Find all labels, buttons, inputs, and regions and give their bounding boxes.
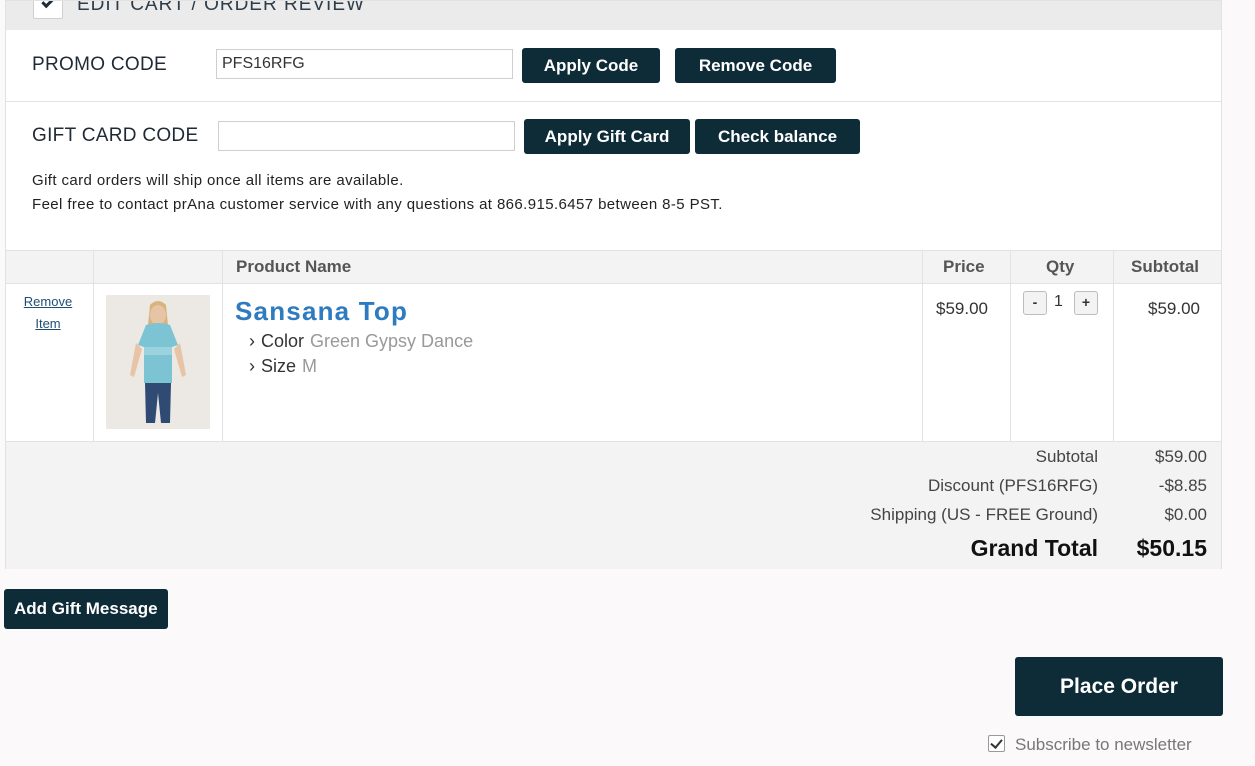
header-subtotal: Subtotal [1131, 257, 1199, 276]
section-title: EDIT CART / ORDER REVIEW [77, 1, 365, 15]
item-subtotal: $59.00 [1148, 299, 1200, 318]
newsletter-label: Subscribe to newsletter [1015, 735, 1192, 754]
totals-subtotal-value: $59.00 [1155, 447, 1207, 466]
header-price: Price [943, 257, 985, 276]
chevron-right-icon: › [249, 356, 255, 376]
discount-label: Discount (PFS16RFG) [927, 476, 1098, 495]
product-color-attr: › Color Green Gypsy Dance [249, 331, 473, 352]
apply-gift-card-button[interactable]: Apply Gift Card [524, 119, 690, 154]
product-name-link[interactable]: Sansana Top [235, 296, 408, 327]
item-price: $59.00 [936, 299, 988, 318]
header-qty: Qty [1046, 257, 1075, 276]
product-thumbnail[interactable] [106, 295, 210, 429]
add-gift-message-button[interactable]: Add Gift Message [4, 589, 168, 629]
check-balance-button[interactable]: Check balance [695, 119, 860, 154]
apply-code-button[interactable]: Apply Code [522, 48, 660, 83]
newsletter-subscribe[interactable]: Subscribe to newsletter [988, 735, 1192, 755]
section-checkbox[interactable] [33, 1, 63, 19]
column-divider [922, 250, 923, 441]
divider [6, 101, 1221, 102]
gift-card-input[interactable] [218, 121, 515, 151]
place-order-button[interactable]: Place Order [1015, 657, 1223, 716]
grand-total-label: Grand Total [970, 535, 1098, 561]
remove-item-link[interactable]: Remove Item [18, 291, 78, 335]
cart-panel: EDIT CART / ORDER REVIEW PROMO CODE Appl… [5, 0, 1222, 569]
gift-card-note: Gift card orders will ship once all item… [32, 172, 404, 189]
promo-code-label: PROMO CODE [32, 54, 167, 75]
remove-item-line1: Remove [23, 294, 73, 309]
qty-increment-button[interactable]: + [1074, 291, 1098, 315]
column-divider [93, 250, 94, 441]
product-size-attr: › Size M [249, 356, 317, 377]
checkmark-icon [41, 1, 55, 9]
column-divider [1010, 250, 1011, 441]
chevron-right-icon: › [249, 331, 255, 351]
customer-service-note: Feel free to contact prAna customer serv… [32, 196, 723, 213]
totals-subtotal-label: Subtotal [1035, 447, 1098, 466]
order-totals: Subtotal $59.00 Discount (PFS16RFG) -$8.… [6, 441, 1221, 569]
remove-code-button[interactable]: Remove Code [675, 48, 836, 83]
color-label: Color [261, 331, 305, 351]
header-product-name: Product Name [236, 257, 352, 276]
discount-value: -$8.85 [1158, 476, 1207, 495]
grand-total-value: $50.15 [1136, 535, 1207, 561]
qty-value[interactable]: 1 [1054, 293, 1063, 311]
section-header: EDIT CART / ORDER REVIEW [6, 1, 1221, 30]
gift-card-label: GIFT CARD CODE [32, 125, 199, 146]
size-label: Size [261, 356, 297, 376]
product-photo [106, 295, 210, 429]
qty-decrement-button[interactable]: - [1023, 291, 1047, 315]
size-value: M [302, 356, 318, 376]
table-header: Product Name Price Qty Subtotal [6, 250, 1221, 284]
remove-item-line2: Item [35, 316, 61, 331]
promo-code-input[interactable] [216, 49, 513, 79]
color-value: Green Gypsy Dance [310, 331, 474, 351]
checkbox-checked-icon[interactable] [988, 735, 1005, 752]
shipping-label: Shipping (US - FREE Ground) [870, 505, 1098, 524]
shipping-value: $0.00 [1164, 505, 1207, 524]
column-divider [222, 250, 223, 441]
